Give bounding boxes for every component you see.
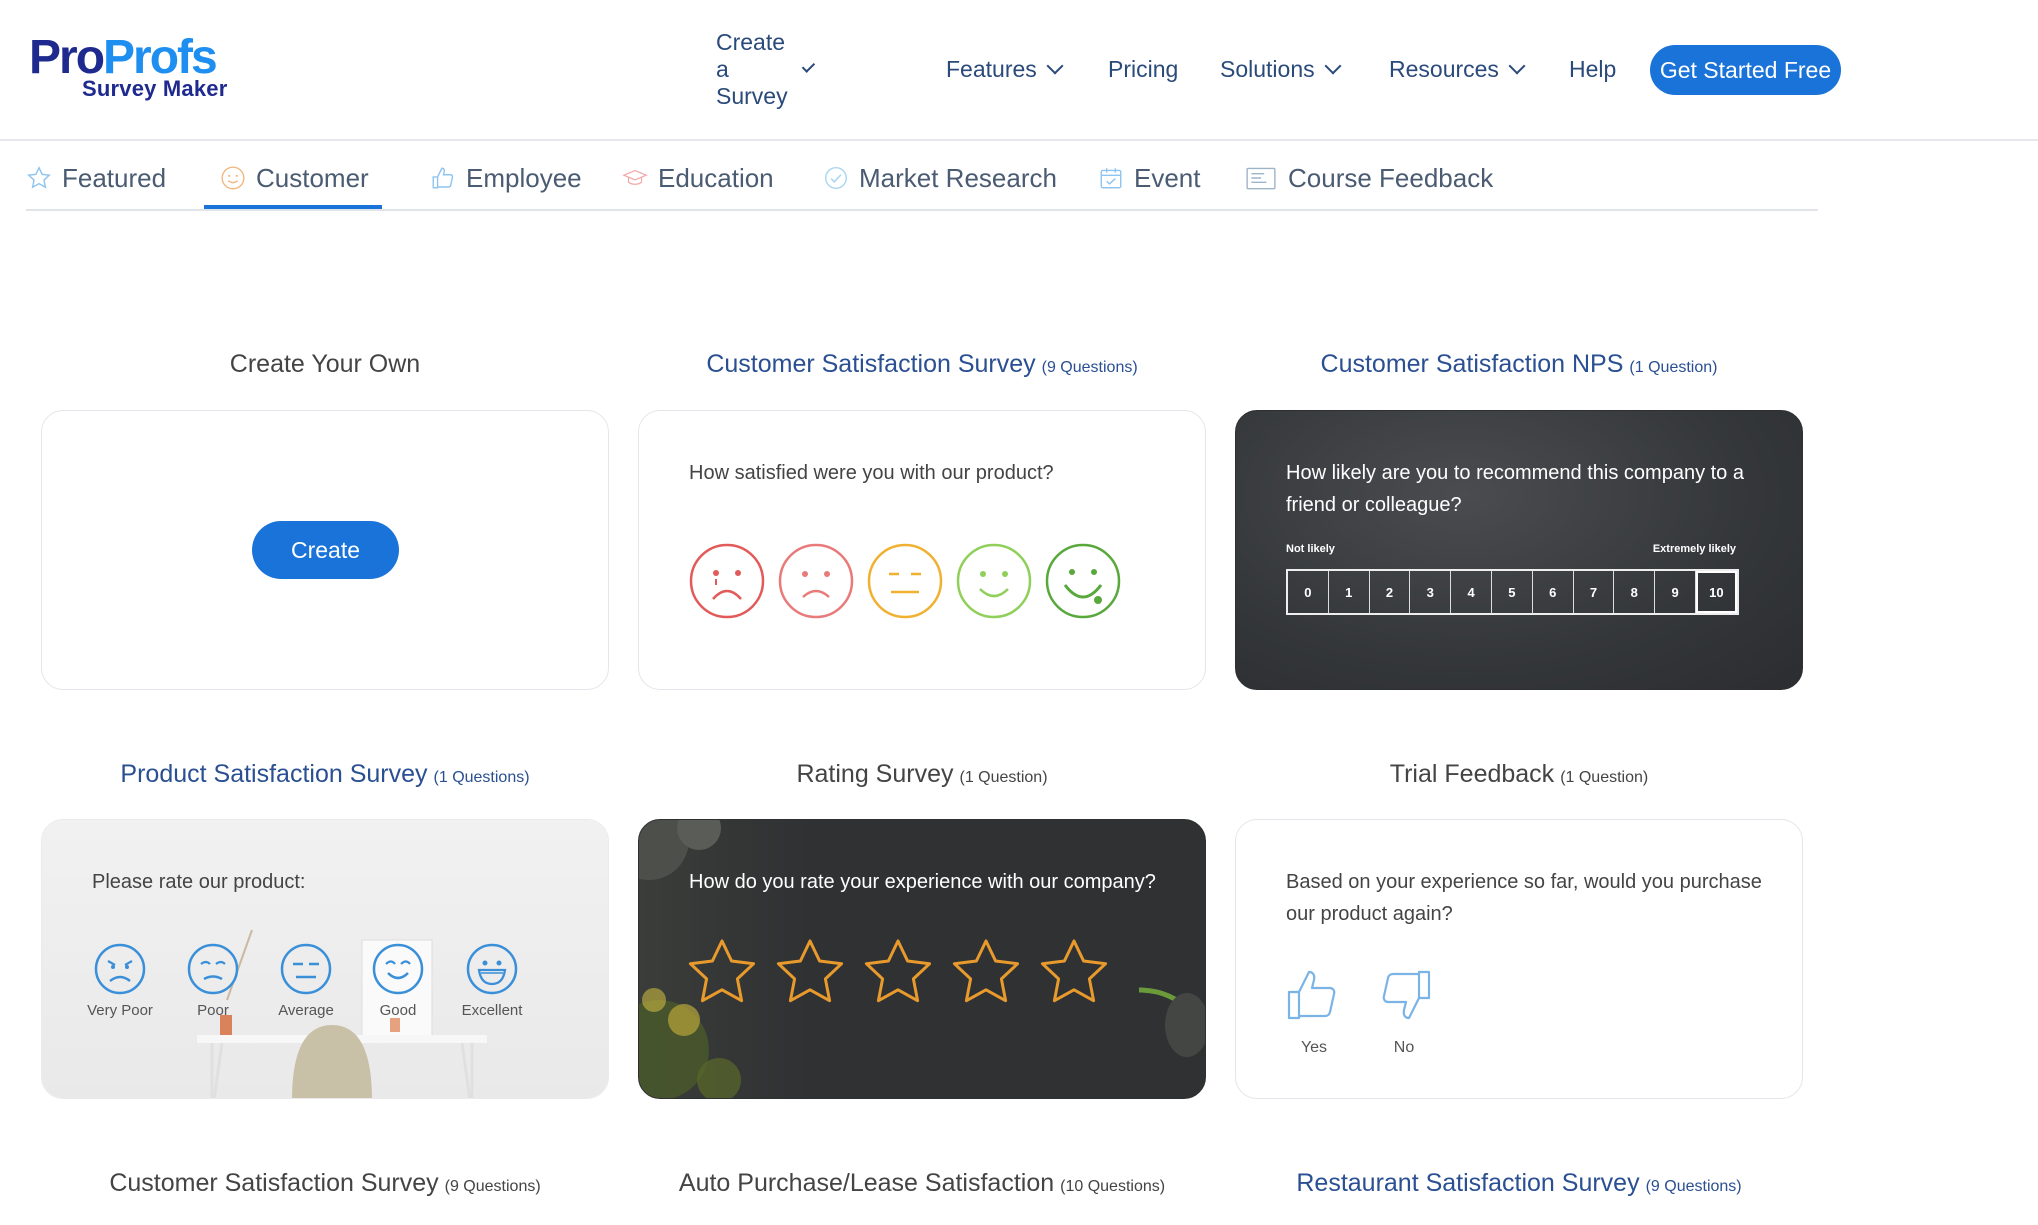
tab-market-research[interactable]: Market Research <box>823 145 1057 211</box>
rating-question: How do you rate your experience with our… <box>689 871 1156 893</box>
product-template-card[interactable]: Please rate our product: Very Poor Poor … <box>41 819 609 1099</box>
create-button[interactable]: Create <box>252 521 399 579</box>
template-title-auto-purchase[interactable]: Auto Purchase/Lease Satisfaction (10 Ques… <box>638 1169 1206 1198</box>
rating-option-very-poor[interactable]: Very Poor <box>80 942 160 1019</box>
nav-features[interactable]: Features <box>946 42 1064 96</box>
yes-no-options: Yes No <box>1286 968 1432 1057</box>
document-icon <box>1244 165 1278 191</box>
nps-low-label: Not likely <box>1286 543 1335 555</box>
template-title-rating[interactable]: Rating Survey (1 Question) <box>638 760 1206 789</box>
nav-help[interactable]: Help <box>1569 42 1616 96</box>
product-rating-scale: Very Poor Poor Average Good Excellent <box>87 942 552 1032</box>
nps-option[interactable]: 7 <box>1574 571 1615 613</box>
star-rating <box>687 938 1109 1006</box>
nav-create-a-survey[interactable]: Create a Survey <box>716 29 815 109</box>
tab-event[interactable]: Event <box>1098 145 1201 211</box>
check-badge-icon <box>823 165 849 191</box>
category-tabs: Featured Customer Employee Education Mar… <box>26 145 1818 211</box>
template-title-trial[interactable]: Trial Feedback (1 Question) <box>1235 760 1803 789</box>
chevron-down-icon <box>1508 57 1526 75</box>
calendar-icon <box>1098 165 1124 191</box>
nps-option[interactable]: 6 <box>1533 571 1574 613</box>
page: ProProfs Survey Maker Create a Survey Fe… <box>0 0 2038 1225</box>
rating-template-card[interactable]: How do you rate your experience with our… <box>638 819 1206 1099</box>
thumbs-up-icon <box>1287 970 1336 1020</box>
grin-face-icon <box>466 943 518 995</box>
nav-solutions[interactable]: Solutions <box>1220 42 1342 96</box>
option-no[interactable]: No <box>1376 968 1432 1057</box>
trial-template-card[interactable]: Based on your experience so far, would y… <box>1235 819 1803 1099</box>
neutral-face-icon <box>280 943 332 995</box>
template-title-create-own[interactable]: Create Your Own <box>41 350 609 379</box>
tab-employee[interactable]: Employee <box>430 145 582 211</box>
nps-option[interactable]: 3 <box>1410 571 1452 613</box>
nps-scale: 0 1 2 3 4 5 6 7 8 9 10 <box>1286 569 1739 615</box>
chevron-down-icon <box>801 59 815 73</box>
trial-question-line1: Based on your experience so far, would y… <box>1286 871 1762 893</box>
nps-template-card[interactable]: How likely are you to recommend this com… <box>1235 410 1803 690</box>
nps-high-label: Extremely likely <box>1652 543 1736 555</box>
star-icon[interactable] <box>687 938 757 1006</box>
star-icon[interactable] <box>951 938 1021 1006</box>
sad-face-icon <box>778 543 854 619</box>
sad-face-icon <box>187 943 239 995</box>
smile-face-icon <box>372 943 424 995</box>
chevron-down-icon <box>1046 57 1064 75</box>
star-icon[interactable] <box>775 938 845 1006</box>
very-happy-face-icon <box>1045 543 1121 619</box>
nps-option[interactable]: 1 <box>1329 571 1370 613</box>
product-question: Please rate our product: <box>92 871 306 893</box>
create-own-card[interactable]: Create <box>41 410 609 690</box>
template-title-product[interactable]: Product Satisfaction Survey (1 Questions) <box>41 760 609 789</box>
nps-question-line1: How likely are you to recommend this com… <box>1286 462 1744 484</box>
rating-option-excellent[interactable]: Excellent <box>452 942 532 1019</box>
thumbs-up-icon <box>430 165 456 191</box>
csat-template-card[interactable]: How satisfied were you with our product? <box>638 410 1206 690</box>
rating-option-good[interactable]: Good <box>358 942 438 1019</box>
site-header: ProProfs Survey Maker Create a Survey Fe… <box>0 0 2038 141</box>
star-icon[interactable] <box>863 938 933 1006</box>
proprofs-logo[interactable]: ProProfs Survey Maker <box>29 32 229 108</box>
nps-option[interactable]: 9 <box>1655 571 1696 613</box>
nps-option[interactable]: 4 <box>1451 571 1492 613</box>
template-title-csat[interactable]: Customer Satisfaction Survey (9 Questions… <box>638 350 1206 379</box>
template-title-nps[interactable]: Customer Satisfaction NPS (1 Question) <box>1235 350 1803 379</box>
tab-customer[interactable]: Customer <box>220 145 369 211</box>
nav-pricing[interactable]: Pricing <box>1108 42 1178 96</box>
get-started-button[interactable]: Get Started Free <box>1650 45 1841 95</box>
nav-resources[interactable]: Resources <box>1389 42 1526 96</box>
graduation-cap-icon <box>622 165 648 191</box>
happy-face-icon <box>956 543 1032 619</box>
template-title-restaurant[interactable]: Restaurant Satisfaction Survey (9 Questio… <box>1235 1169 1803 1198</box>
star-icon[interactable] <box>1039 938 1109 1006</box>
template-title-csat-2[interactable]: Customer Satisfaction Survey (9 Questions… <box>41 1169 609 1198</box>
star-icon <box>26 165 52 191</box>
tab-education[interactable]: Education <box>622 145 774 211</box>
option-yes[interactable]: Yes <box>1286 968 1342 1057</box>
very-sad-face-icon <box>689 543 765 619</box>
active-tab-indicator <box>204 205 382 209</box>
thumbs-down-icon <box>1382 970 1431 1020</box>
chevron-down-icon <box>1324 57 1342 75</box>
satisfaction-scale <box>689 543 1121 619</box>
neutral-face-icon <box>867 543 943 619</box>
smiley-icon <box>220 165 246 191</box>
nps-option[interactable]: 8 <box>1614 571 1656 613</box>
nps-option[interactable]: 2 <box>1370 571 1411 613</box>
rating-option-poor[interactable]: Poor <box>173 942 253 1019</box>
rating-option-average[interactable]: Average <box>266 942 346 1019</box>
csat-question: How satisfied were you with our product? <box>689 462 1054 484</box>
tab-featured[interactable]: Featured <box>26 145 166 211</box>
nps-option-selected[interactable]: 10 <box>1695 571 1737 613</box>
trial-question-line2: our product again? <box>1286 903 1453 925</box>
tab-course-feedback[interactable]: Course Feedback <box>1244 145 1493 211</box>
angry-face-icon <box>94 943 146 995</box>
nps-option[interactable]: 5 <box>1492 571 1533 613</box>
nps-question-line2: friend or colleague? <box>1286 494 1462 516</box>
nps-option[interactable]: 0 <box>1288 571 1329 613</box>
